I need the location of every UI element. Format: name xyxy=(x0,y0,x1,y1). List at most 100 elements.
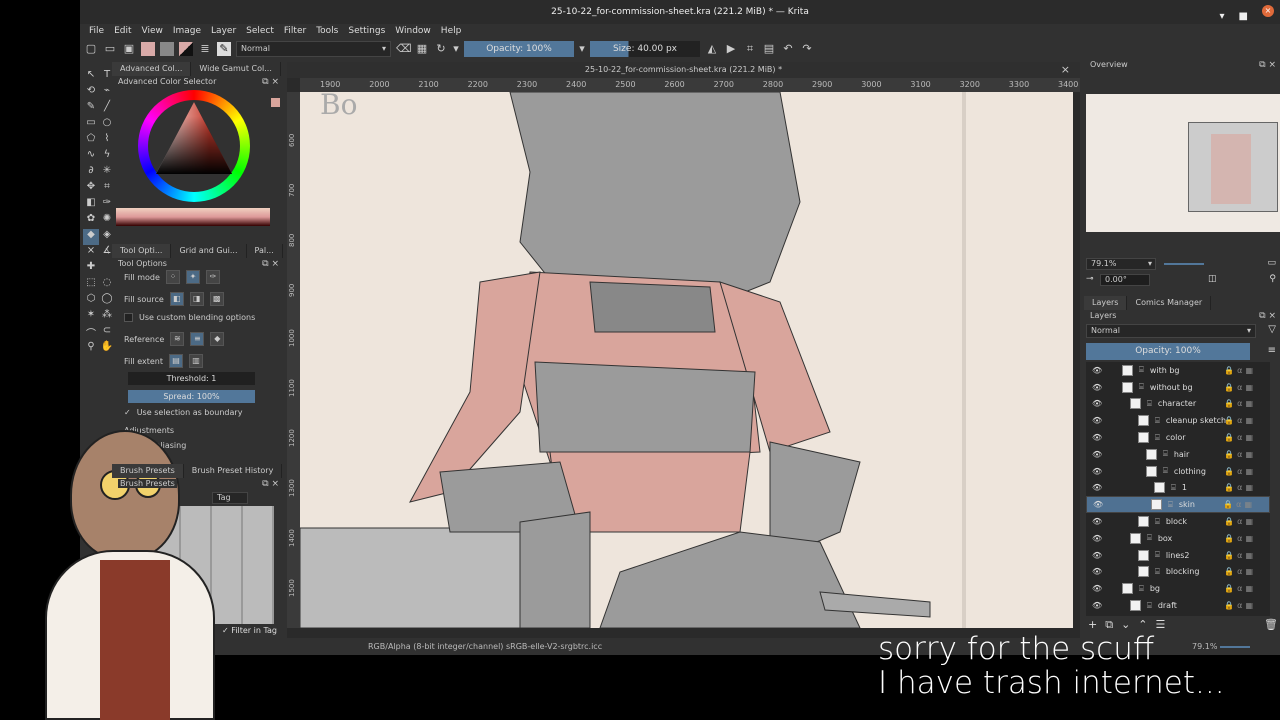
visibility-eye-icon[interactable]: 👁 xyxy=(1092,551,1102,560)
visibility-eye-icon[interactable]: 👁 xyxy=(1092,433,1102,442)
menu-file[interactable]: File xyxy=(84,24,109,38)
layer-row[interactable]: 👁 ⌸ bg 🔒α▦ xyxy=(1086,580,1270,597)
layer-lock-alpha-icons[interactable]: 🔒α▦ xyxy=(1224,567,1256,576)
layer-name[interactable]: color xyxy=(1166,433,1186,442)
fill-source-bg-icon[interactable]: ◨ xyxy=(189,292,204,306)
layer-lock-alpha-icons[interactable]: 🔒α▦ xyxy=(1223,498,1255,512)
layer-name[interactable]: block xyxy=(1166,517,1187,526)
layer-name[interactable]: skin xyxy=(1179,498,1195,512)
layer-name[interactable]: 1 xyxy=(1182,483,1187,492)
visibility-eye-icon[interactable]: 👁 xyxy=(1092,517,1102,526)
layer-lock-alpha-icons[interactable]: 🔒α▦ xyxy=(1224,399,1256,408)
drawing-canvas[interactable]: Bo xyxy=(300,92,1073,628)
layer-name[interactable]: lines2 xyxy=(1166,551,1190,560)
visibility-eye-icon[interactable]: 👁 xyxy=(1093,498,1103,512)
zoom-slider[interactable] xyxy=(1164,263,1204,265)
layer-name[interactable]: bg xyxy=(1150,584,1160,593)
close-button[interactable]: × xyxy=(1262,5,1274,17)
brush-settings-icon[interactable]: ≣ xyxy=(198,42,212,56)
gradient-tool-icon[interactable]: ◧ xyxy=(83,197,99,213)
fill-tool-icon[interactable]: ◆ xyxy=(83,229,99,245)
pattern-swatch[interactable] xyxy=(160,42,174,56)
layer-name[interactable]: draft xyxy=(1158,601,1177,610)
layer-lock-alpha-icons[interactable]: 🔒α▦ xyxy=(1224,467,1256,476)
layer-row[interactable]: 👁 ⌸ 1 🔒α▦ xyxy=(1086,480,1270,497)
float-close-icon[interactable]: ⧉ × xyxy=(262,478,279,490)
float-close-icon[interactable]: ⧉ × xyxy=(262,258,279,270)
layer-lock-alpha-icons[interactable]: 🔒α▦ xyxy=(1224,483,1256,492)
dynamic-brush-icon[interactable]: ∂ xyxy=(83,165,99,181)
layer-lock-alpha-icons[interactable]: 🔒α▦ xyxy=(1224,601,1256,610)
open-folder-icon[interactable]: ▭ xyxy=(103,42,117,56)
layer-lock-alpha-icons[interactable]: 🔒α▦ xyxy=(1224,584,1256,593)
dropdown-icon[interactable]: ▾ xyxy=(579,42,585,56)
brush-tool-icon[interactable]: ✎ xyxy=(83,101,99,117)
layer-row[interactable]: 👁 ⌸ lines2 🔒α▦ xyxy=(1086,547,1270,564)
rotation-spinbox[interactable]: 0.00° xyxy=(1100,274,1150,286)
new-document-icon[interactable]: ▢ xyxy=(84,42,98,56)
menu-icon[interactable]: ≡ xyxy=(1268,345,1276,356)
polygon-select-icon[interactable]: ⬡ xyxy=(83,293,99,309)
layer-row[interactable]: 👁 ⌸ draft 🔒α▦ xyxy=(1086,597,1270,614)
delete-layer-icon[interactable]: 🗑 xyxy=(1264,618,1278,632)
move-down-icon[interactable]: ⌄ xyxy=(1121,618,1130,632)
layer-opacity-slider[interactable]: Opacity: 100% xyxy=(1086,343,1250,360)
custom-blending-checkbox[interactable] xyxy=(124,312,133,322)
menu-window[interactable]: Window xyxy=(390,24,436,38)
visibility-eye-icon[interactable]: 👁 xyxy=(1092,567,1102,576)
visibility-eye-icon[interactable]: 👁 xyxy=(1092,467,1102,476)
mirror-vertical-icon[interactable]: ▶ xyxy=(724,42,738,56)
color-history-bar[interactable] xyxy=(116,208,270,226)
eraser-icon[interactable]: ⌫ xyxy=(396,42,412,56)
visibility-eye-icon[interactable]: 👁 xyxy=(1092,383,1102,392)
rectangle-tool-icon[interactable]: ▭ xyxy=(83,117,99,133)
menu-filter[interactable]: Filter xyxy=(279,24,311,38)
alpha-lock-icon[interactable]: ▦ xyxy=(415,42,429,56)
layer-row[interactable]: 👁 ⌸ blocking 🔒α▦ xyxy=(1086,564,1270,581)
menu-select[interactable]: Select xyxy=(241,24,279,38)
layer-lock-alpha-icons[interactable]: 🔒α▦ xyxy=(1224,416,1256,425)
close-document-icon[interactable]: × xyxy=(1061,62,1070,78)
menu-image[interactable]: Image xyxy=(168,24,206,38)
brush-preset-icon[interactable]: ✎ xyxy=(217,42,231,56)
menu-layer[interactable]: Layer xyxy=(206,24,241,38)
layer-lock-alpha-icons[interactable]: 🔒α▦ xyxy=(1224,383,1256,392)
layer-name[interactable]: without bg xyxy=(1150,383,1193,392)
display-icon[interactable]: ▭ xyxy=(1267,258,1276,268)
selection-boundary-checkbox[interactable]: ✓ xyxy=(124,408,131,417)
reference-labeled-icon[interactable]: ◆ xyxy=(210,332,225,346)
rect-select-icon[interactable]: ⬚ xyxy=(83,277,99,293)
layer-row[interactable]: 👁 ⌸ color 🔒α▦ xyxy=(1086,429,1270,446)
bezier-select-icon[interactable]: ⌒ xyxy=(83,325,99,341)
fill-mode-similar-icon[interactable]: ✦ xyxy=(185,270,200,284)
tab-advanced-color[interactable]: Advanced Col... xyxy=(112,62,192,76)
dropdown-icon[interactable]: ▾ xyxy=(453,42,459,56)
layer-row[interactable]: 👁 ⌸ character 🔒α▦ xyxy=(1086,396,1270,413)
duplicate-layer-icon[interactable]: ⧉ xyxy=(1105,618,1113,632)
layer-row[interactable]: 👁 ⌸ with bg 🔒α▦ xyxy=(1086,362,1270,379)
opacity-slider[interactable]: Opacity: 100% xyxy=(464,41,574,57)
zoom-tool-icon[interactable]: ⚲ xyxy=(83,341,99,357)
move-tool-icon[interactable]: ✥ xyxy=(83,181,99,197)
visibility-eye-icon[interactable]: 👁 xyxy=(1092,399,1102,408)
size-slider[interactable]: Size: 40.00 px xyxy=(590,41,700,57)
layer-name[interactable]: with bg xyxy=(1150,366,1180,375)
filter-in-tag-checkbox[interactable]: ✓ Filter in Tag xyxy=(222,626,277,635)
reference-all-icon[interactable]: ≡ xyxy=(190,332,205,346)
move-up-icon[interactable]: ⌃ xyxy=(1138,618,1147,632)
document-tab[interactable]: 25-10-22_for-commission-sheet.kra (221.2… xyxy=(287,62,1080,78)
layer-lock-alpha-icons[interactable]: 🔒α▦ xyxy=(1224,366,1256,375)
fill-source-pattern-icon[interactable]: ▩ xyxy=(209,292,224,306)
visibility-eye-icon[interactable]: 👁 xyxy=(1092,450,1102,459)
tab-grid-guides[interactable]: Grid and Gui... xyxy=(171,244,247,258)
color-wheel[interactable] xyxy=(138,90,250,202)
layer-name[interactable]: character xyxy=(1158,399,1196,408)
menu-settings[interactable]: Settings xyxy=(343,24,390,38)
layer-name[interactable]: clothing xyxy=(1174,467,1206,476)
layer-lock-alpha-icons[interactable]: 🔒α▦ xyxy=(1224,433,1256,442)
tab-brush-presets[interactable]: Brush Presets xyxy=(112,464,184,478)
polygon-tool-icon[interactable]: ⬠ xyxy=(83,133,99,149)
layer-name[interactable]: box xyxy=(1158,534,1172,543)
tab-layers[interactable]: Layers xyxy=(1084,296,1128,310)
layer-row[interactable]: 👁 ⌸ block 🔒α▦ xyxy=(1086,513,1270,530)
